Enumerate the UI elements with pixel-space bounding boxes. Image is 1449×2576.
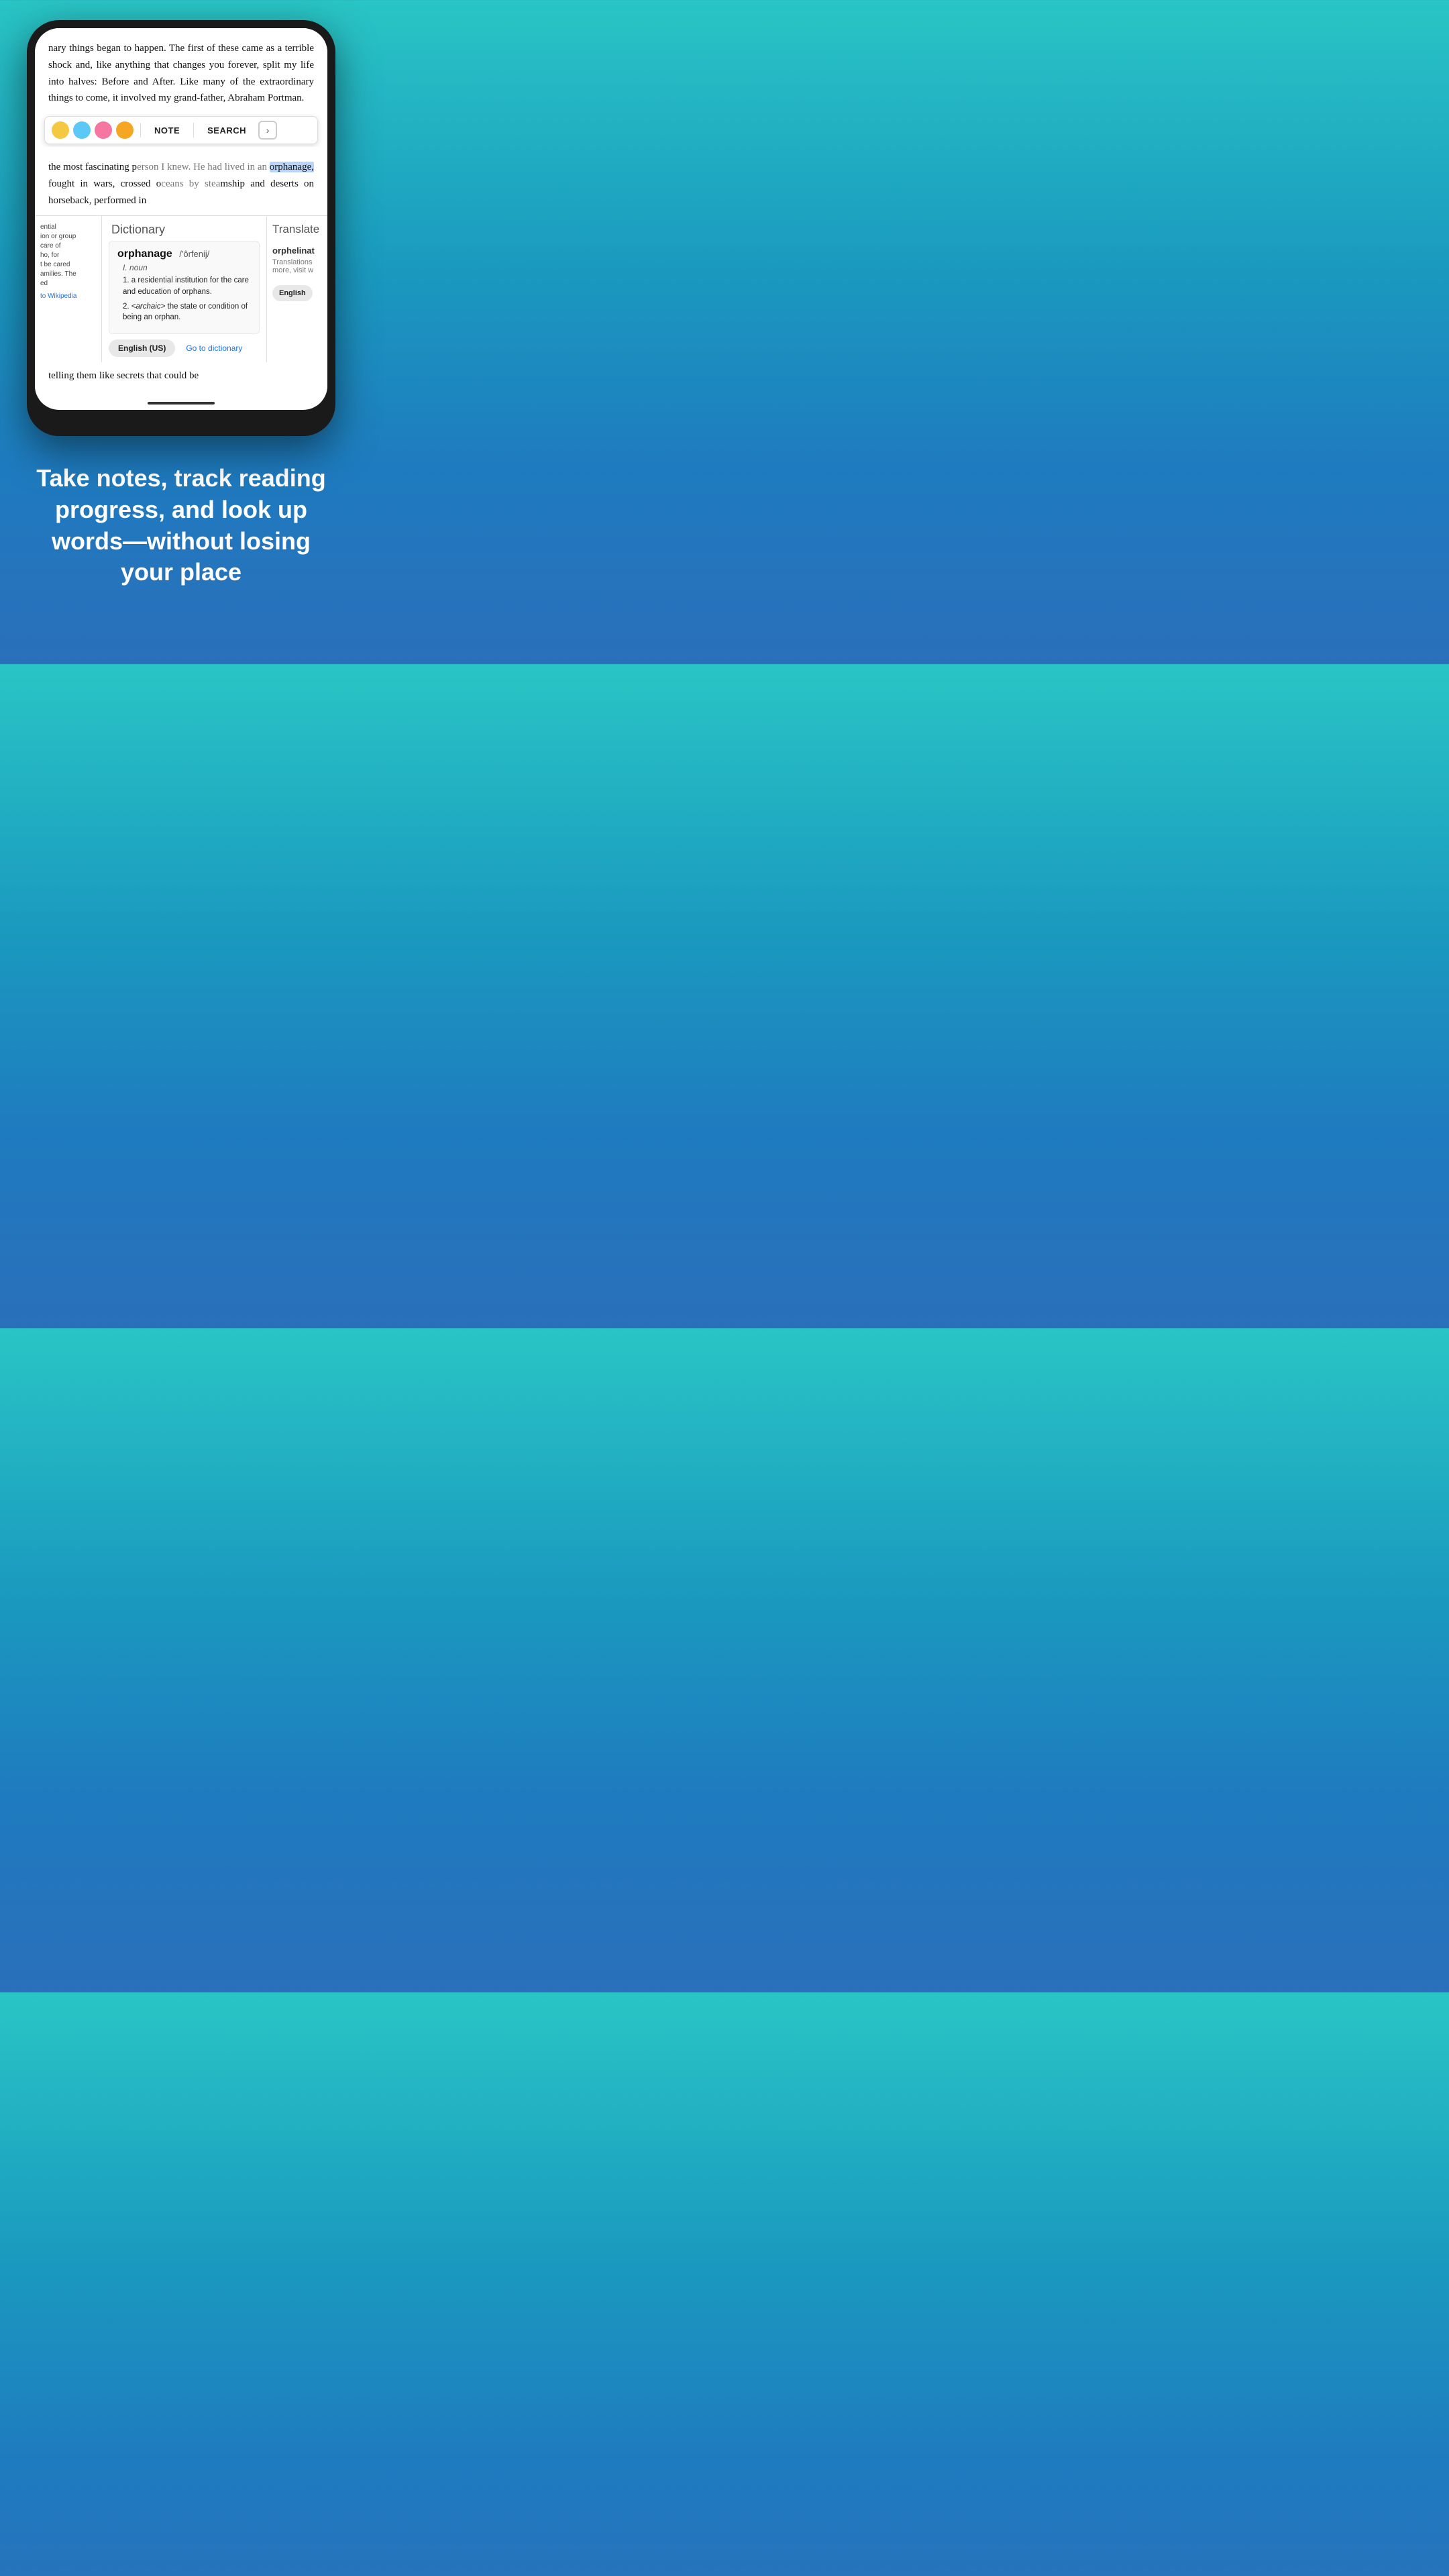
translate-header: Translate [267,216,327,240]
translate-footer: English [267,280,327,307]
english-us-button[interactable]: English (US) [109,339,175,357]
tagline-section: Take notes, track reading progress, and … [0,436,362,622]
dictionary-header: Dictionary [102,216,266,241]
dictionary-footer: English (US) Go to dictionary [102,334,266,362]
panels-row: ential ion or group care of ho, for t be… [35,215,327,362]
dict-def-2: 2. <archaic> the state or condition of b… [123,301,251,323]
book-text-top: nary things began to happen. The first o… [35,28,327,113]
toolbar-divider-1 [140,123,141,138]
highlight-toolbar: NOTE SEARCH › [44,116,318,144]
book-text-bottom: telling them like secrets that could be [35,362,327,395]
dict-word: orphanage [117,248,172,260]
book-text-after-highlight: fought in wars, crossed o [48,178,161,189]
book-text-obscured: erson I knew. He had lived in an [137,162,270,172]
dict-definitions: 1. a residential institution for the car… [117,275,251,323]
phone-screen: nary things began to happen. The first o… [35,28,327,410]
color-pink[interactable] [95,121,112,139]
tagline-text: Take notes, track reading progress, and … [27,463,335,588]
translate-desc: Translations more, visit w [272,258,322,274]
translate-word: orphelinat [272,246,322,256]
note-button[interactable]: NOTE [148,123,186,138]
book-text-middle: the most fascinating person I knew. He h… [35,147,327,215]
dictionary-panel: Dictionary orphanage /'ôrfenij/ I. noun … [102,216,267,362]
more-toolbar-button[interactable]: › [258,121,277,140]
dict-word-line: orphanage /'ôrfenij/ [117,248,251,260]
dict-pos: I. noun [123,263,251,272]
translate-content: orphelinat Translations more, visit w [267,240,327,280]
wikipedia-link[interactable]: to Wikipedia [40,292,96,300]
color-blue[interactable] [73,121,91,139]
go-to-dictionary-button[interactable]: Go to dictionary [180,339,248,357]
dictionary-content: orphanage /'ôrfenij/ I. noun 1. a reside… [109,241,260,334]
toolbar-divider-2 [193,123,194,138]
highlighted-orphanage: orphanage, [270,162,314,172]
color-orange[interactable] [116,121,133,139]
wiki-text: ential ion or group care of ho, for t be… [40,223,96,288]
home-indicator [148,402,215,405]
phone-frame: nary things began to happen. The first o… [27,20,335,436]
wikipedia-panel: ential ion or group care of ho, for t be… [35,216,102,362]
book-text-mid-before: the most fascinating p [48,162,137,172]
english-button[interactable]: English [272,285,313,301]
search-button[interactable]: SEARCH [201,123,253,138]
book-text-partial: ceans by stea [161,178,220,189]
dict-pronunciation: /'ôrfenij/ [179,249,209,259]
translate-panel: Translate orphelinat Translations more, … [267,216,327,362]
color-yellow[interactable] [52,121,69,139]
dict-def-1: 1. a residential institution for the car… [123,275,251,297]
